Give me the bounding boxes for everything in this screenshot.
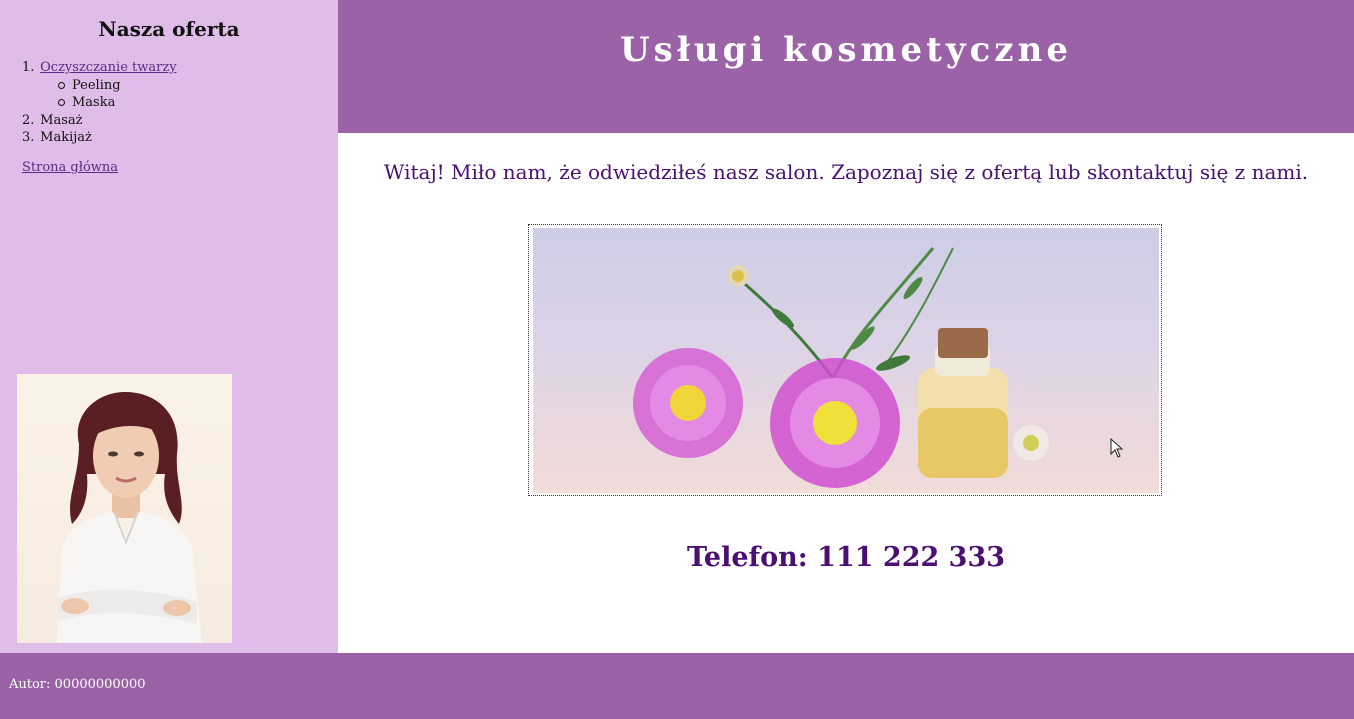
offer-subitem-label: Maska	[72, 95, 116, 110]
sidebar: Nasza oferta 1. Oczyszczanie twarzy Peel…	[0, 0, 338, 653]
page-title: Usługi kosmetyczne	[620, 30, 1072, 70]
hero-image-frame	[528, 224, 1162, 496]
offer-item-number: 3.	[22, 130, 35, 145]
offer-item-facial-cleansing: 1. Oczyszczanie twarzy Peeling Maska	[22, 59, 177, 112]
offer-list: 1. Oczyszczanie twarzy Peeling Maska 2. …	[22, 59, 177, 147]
phone-number: Telefon: 111 222 333	[686, 542, 1006, 573]
offer-item-number: 2.	[22, 112, 35, 128]
footer: Autor: 00000000000	[0, 653, 1354, 719]
page: Nasza oferta 1. Oczyszczanie twarzy Peel…	[0, 0, 1354, 719]
offer-item-makeup: 3. Makijaż	[22, 129, 177, 147]
offer-item-massage: 2. Masaż	[22, 112, 177, 130]
welcome-message: Witaj! Miło nam, że odwiedziłeś nasz sal…	[383, 160, 1309, 184]
circle-bullet-icon	[58, 99, 65, 106]
beautician-portrait-image	[17, 374, 232, 643]
offer-link-facial-cleansing[interactable]: Oczyszczanie twarzy	[40, 60, 176, 75]
offer-subitem-label: Peeling	[72, 77, 121, 93]
hero-image	[533, 228, 1159, 493]
author-text: Autor: 00000000000	[9, 677, 146, 692]
offer-item-number: 1.	[22, 60, 35, 75]
flowers-and-oil-illustration	[633, 247, 1049, 488]
offer-sublist: Peeling Maska	[22, 77, 177, 112]
header: Usługi kosmetyczne	[338, 0, 1354, 133]
portrait-illustration	[57, 392, 202, 643]
offer-item-label: Makijaż	[40, 130, 92, 145]
home-link[interactable]: Strona główna	[22, 160, 118, 175]
offer-subitem-peeling: Peeling	[58, 77, 177, 95]
offer-subitem-mask: Maska	[58, 94, 177, 112]
circle-bullet-icon	[58, 81, 65, 89]
offer-item-label: Masaż	[40, 112, 83, 128]
mouse-pointer-icon	[1110, 438, 1124, 458]
sidebar-title: Nasza oferta	[98, 17, 240, 41]
